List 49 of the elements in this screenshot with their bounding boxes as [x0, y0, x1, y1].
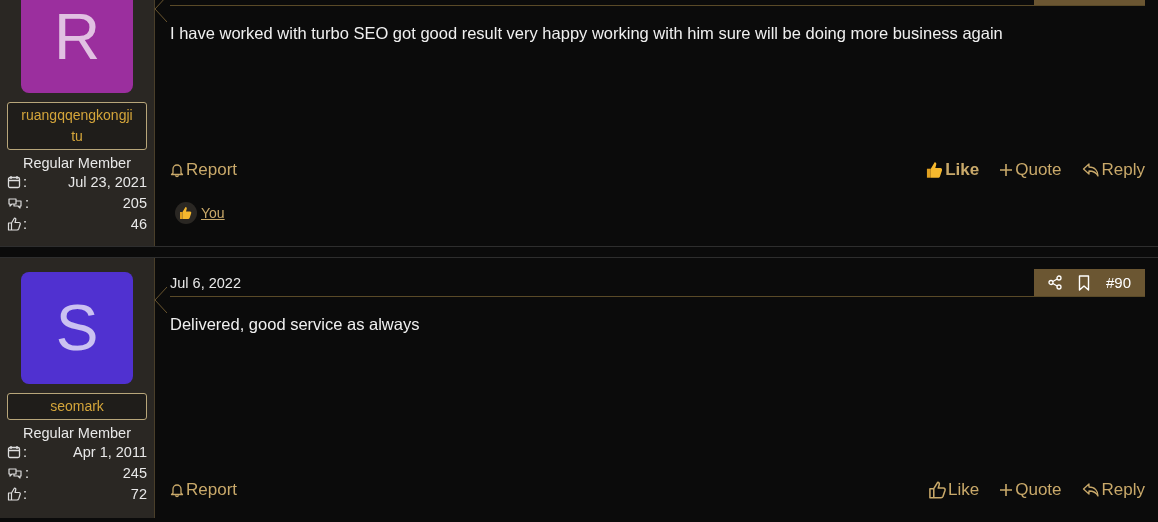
joined-date: Apr 1, 2011 [73, 443, 147, 460]
stat-separator: : [23, 173, 28, 190]
thumbs-up-icon [7, 216, 21, 231]
joined-date: Jul 23, 2021 [68, 173, 147, 190]
stat-separator: : [23, 485, 28, 502]
stat-separator: : [25, 194, 30, 211]
username-link[interactable]: seomark [7, 393, 147, 420]
reply-button[interactable]: Reply [1081, 480, 1145, 500]
reply-arrow-icon [1081, 482, 1100, 498]
user-role: Regular Member [23, 425, 131, 441]
bell-icon [170, 162, 184, 178]
bell-icon [170, 482, 184, 498]
liker-link[interactable]: You [201, 205, 225, 221]
post-message: Delivered, good service as always [170, 315, 421, 334]
bookmark-icon[interactable] [1077, 274, 1090, 291]
reply-arrow-icon [1081, 162, 1100, 178]
like-button[interactable]: Like [925, 160, 980, 180]
post-number-link[interactable]: #90 [1105, 274, 1131, 291]
chat-bubbles-icon [7, 195, 23, 210]
message-count: 205 [122, 194, 147, 211]
reply-button[interactable]: Reply [1081, 160, 1145, 180]
quote-button[interactable]: Quote [999, 480, 1062, 500]
reaction-count: 46 [130, 215, 147, 232]
calendar-icon [7, 444, 21, 459]
thumbs-up-icon [928, 481, 947, 499]
stat-separator: : [25, 464, 30, 481]
reaction-count: 72 [130, 485, 147, 502]
like-reaction-icon [175, 202, 197, 224]
stat-separator: : [23, 443, 28, 460]
chat-bubbles-icon [7, 465, 23, 480]
like-button[interactable]: Like [928, 480, 980, 500]
post-message: I have worked with turbo SEO got good result very happy working with him sure will be doing more business again [170, 24, 1004, 43]
plus-icon [999, 163, 1014, 177]
stat-separator: : [23, 215, 28, 232]
plus-icon [999, 483, 1014, 497]
speech-pointer-icon [154, 287, 167, 313]
username-link[interactable]: ruangqqengkongjitu [7, 102, 147, 150]
share-icon[interactable] [1048, 275, 1062, 290]
report-link[interactable]: Report [170, 480, 238, 500]
calendar-icon [7, 174, 21, 189]
report-link[interactable]: Report [170, 160, 238, 180]
avatar[interactable]: S [21, 272, 133, 384]
post-date[interactable]: Jul 6, 2022 [170, 274, 241, 291]
message-count: 245 [122, 464, 147, 481]
thumbs-up-icon [925, 161, 944, 179]
thumbs-up-icon [7, 486, 21, 501]
avatar[interactable]: R [21, 0, 133, 93]
user-role: Regular Member [23, 155, 131, 171]
quote-button[interactable]: Quote [999, 160, 1062, 180]
